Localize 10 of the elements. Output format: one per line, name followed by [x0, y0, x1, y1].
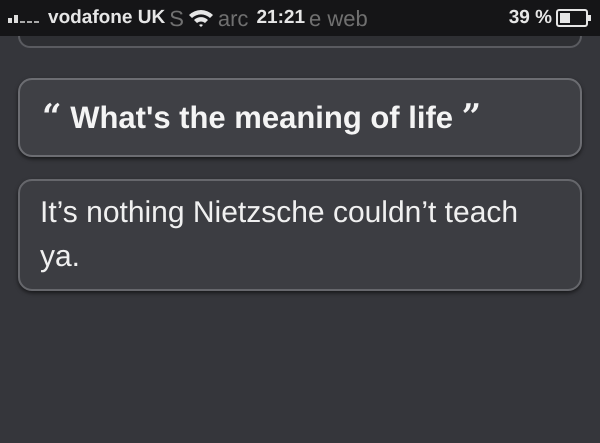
ghost-text: e web: [309, 4, 368, 32]
answer-text: It’s nothing Nietzsche couldn’t teach ya.: [40, 195, 520, 275]
wifi-icon: [188, 8, 214, 28]
ghost-text: S: [169, 4, 184, 32]
question-text: “ What's the meaning of life ”: [42, 96, 482, 139]
ghost-text: arc: [218, 4, 248, 32]
carrier-name: vodafone UK: [48, 6, 166, 30]
battery-percent: 39 %: [508, 6, 552, 30]
clock-time: 21:21: [256, 6, 306, 30]
battery-icon: [556, 9, 592, 27]
